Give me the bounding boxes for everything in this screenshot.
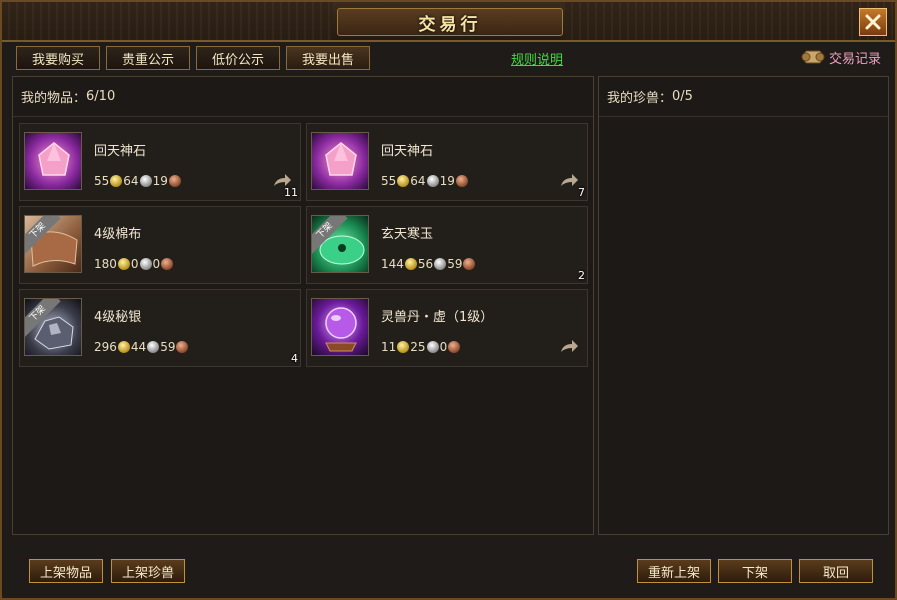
my-items-count: 6/10 [86, 89, 116, 104]
price-copper: 0 [152, 257, 161, 271]
title-decoration-left [2, 2, 332, 40]
price-silver: 44 [130, 340, 147, 354]
price-gold: 180 [94, 257, 117, 271]
item-name: 玄天寒玉 [381, 227, 434, 242]
price-silver: 25 [410, 340, 426, 354]
tab-bar: 我要购买 贵重公示 低价公示 我要出售 [16, 46, 370, 70]
copper-coin-icon [448, 341, 461, 353]
item-slot[interactable]: 灵兽丹・虚（1级） 11 25 0 [306, 289, 588, 367]
trade-record-button[interactable]: 交易记录 [801, 47, 881, 67]
silver-coin-icon [139, 175, 152, 187]
gold-coin-icon [110, 175, 123, 187]
scroll-icon [801, 50, 825, 64]
item-slot[interactable]: 下架 2 玄天寒玉 144 56 59 [306, 206, 588, 284]
item-name: 灵兽丹・虚（1级） [381, 310, 494, 325]
tab-valuable-notice[interactable]: 贵重公示 [106, 46, 190, 70]
item-name: 回天神石 [381, 144, 434, 159]
item-slot[interactable]: 下架 4级棉布 180 0 0 [19, 206, 301, 284]
price-silver: 0 [130, 257, 139, 271]
item-price: 55 64 19 [381, 174, 469, 188]
price-gold: 144 [381, 257, 404, 271]
copper-coin-icon [176, 341, 189, 353]
item-name: 回天神石 [94, 144, 147, 159]
price-copper: 19 [439, 174, 455, 188]
share-arrow-icon[interactable] [559, 172, 579, 188]
item-quantity: 7 [578, 186, 585, 199]
item-price: 11 25 0 [381, 340, 461, 354]
my-pets-header: 我的珍兽： 0/5 [599, 77, 888, 117]
share-arrow-icon[interactable] [272, 172, 292, 188]
silver-coin-icon [426, 175, 439, 187]
item-slot[interactable]: 7 回天神石 55 64 19 [306, 123, 588, 201]
relist-button[interactable]: 重新上架 [637, 559, 711, 583]
title-bar: 交易行 [2, 2, 895, 42]
copper-coin-icon [168, 175, 181, 187]
retrieve-button[interactable]: 取回 [799, 559, 873, 583]
jade-icon: 下架 [311, 215, 369, 273]
item-grid: 11 回天神石 55 64 19 7 回天神石 55 64 19 下架 4级棉布… [19, 123, 588, 367]
price-copper: 0 [439, 340, 448, 354]
tab-sell[interactable]: 我要出售 [286, 46, 370, 70]
gold-coin-icon [117, 341, 130, 353]
close-button[interactable] [859, 8, 887, 36]
gold-coin-icon [397, 341, 410, 353]
window-title: 交易行 [418, 14, 482, 35]
crystal-ball-icon [311, 298, 369, 356]
item-price: 144 56 59 [381, 257, 476, 271]
item-price: 296 44 59 [94, 340, 189, 354]
copper-coin-icon [455, 175, 468, 187]
item-slot[interactable]: 下架 4 4级秘银 296 44 59 [19, 289, 301, 367]
my-items-panel: 我的物品： 6/10 11 回天神石 55 64 19 7 回天神石 55 64… [12, 76, 594, 535]
item-price: 180 0 0 [94, 257, 174, 271]
price-silver: 64 [410, 174, 426, 188]
tab-low-price-notice[interactable]: 低价公示 [196, 46, 280, 70]
my-pets-label: 我的珍兽： [607, 91, 673, 106]
gold-coin-icon [117, 258, 130, 270]
my-items-label: 我的物品： [21, 91, 87, 106]
title-decoration-right [565, 2, 895, 40]
item-slot[interactable]: 11 回天神石 55 64 19 [19, 123, 301, 201]
price-copper: 19 [152, 174, 168, 188]
price-silver: 64 [123, 174, 139, 188]
silver-coin-icon [139, 258, 152, 270]
price-copper: 59 [447, 257, 463, 271]
my-items-header: 我的物品： 6/10 [13, 77, 593, 117]
item-name: 4级棉布 [94, 227, 142, 242]
ore-icon: 下架 [24, 298, 82, 356]
my-pets-panel: 我的珍兽： 0/5 [598, 76, 889, 535]
gold-coin-icon [404, 258, 417, 270]
copper-coin-icon [463, 258, 476, 270]
price-gold: 55 [381, 174, 397, 188]
silver-coin-icon [147, 341, 160, 353]
price-copper: 59 [160, 340, 176, 354]
price-gold: 55 [94, 174, 110, 188]
rules-link[interactable]: 规则说明 [511, 49, 563, 68]
tab-buy[interactable]: 我要购买 [16, 46, 100, 70]
trade-record-label: 交易记录 [828, 51, 881, 67]
trading-house-window: 交易行 我要购买 贵重公示 低价公示 我要出售 规则说明 交易记录 我的物品： … [0, 0, 897, 600]
item-name: 4级秘银 [94, 310, 142, 325]
unlist-button[interactable]: 下架 [718, 559, 792, 583]
price-gold: 11 [381, 340, 397, 354]
share-arrow-icon[interactable] [559, 338, 579, 354]
item-quantity: 2 [578, 269, 585, 282]
copper-coin-icon [161, 258, 174, 270]
price-silver: 56 [417, 257, 434, 271]
my-pets-count: 0/5 [672, 89, 693, 104]
price-gold: 296 [94, 340, 117, 354]
cloth-icon: 下架 [24, 215, 82, 273]
pink-gem-icon [24, 132, 82, 190]
item-price: 55 64 19 [94, 174, 182, 188]
silver-coin-icon [426, 341, 439, 353]
pink-gem-icon [311, 132, 369, 190]
close-icon [865, 14, 881, 30]
list-pet-button[interactable]: 上架珍兽 [111, 559, 185, 583]
silver-coin-icon [434, 258, 447, 270]
item-quantity: 4 [291, 352, 298, 365]
list-item-button[interactable]: 上架物品 [29, 559, 103, 583]
gold-coin-icon [397, 175, 410, 187]
title-plate: 交易行 [337, 8, 563, 36]
